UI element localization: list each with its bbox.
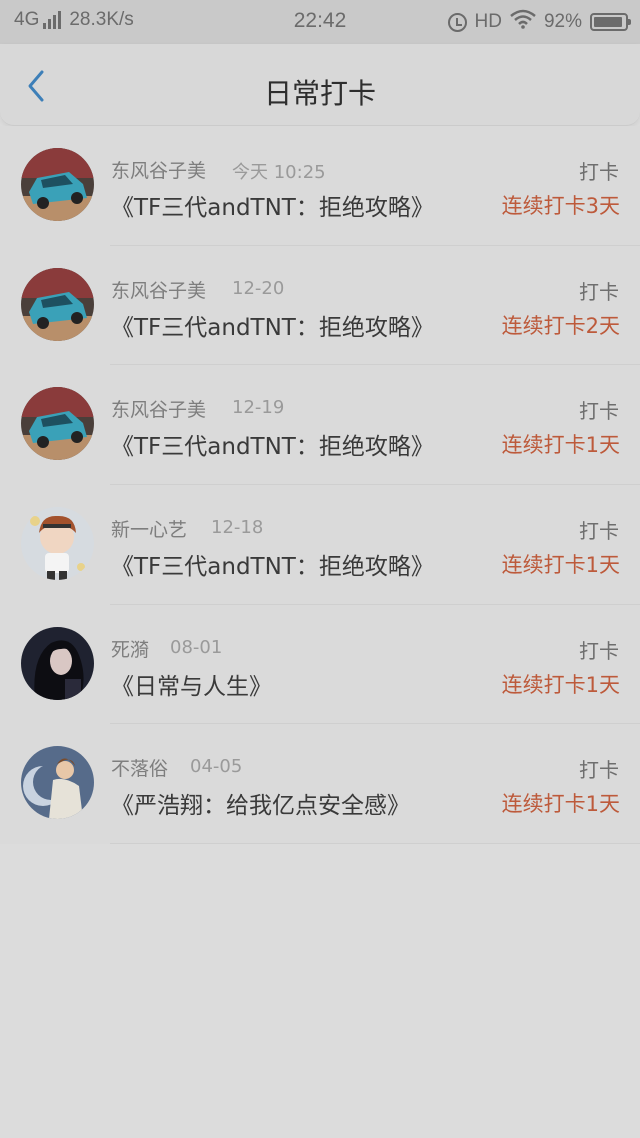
avatar[interactable] <box>21 507 94 581</box>
checkin-list-item[interactable]: 新一心艺 12-18 《TF三代andTNT：拒绝攻略》 打卡连续打卡1天 <box>0 485 640 605</box>
post-date: 08-01 <box>170 636 223 658</box>
user-name[interactable]: 东风谷子美 <box>111 395 206 422</box>
page-title: 日常打卡 <box>263 77 376 110</box>
checkin-list-item[interactable]: 东风谷子美 12-20 《TF三代andTNT：拒绝攻略》 打卡连续打卡2天 <box>0 246 640 366</box>
user-name[interactable]: 东风谷子美 <box>111 156 206 183</box>
streak-label: 连续打卡1天 <box>501 792 620 817</box>
checkin-action-label: 打卡 <box>579 279 619 304</box>
topic-title[interactable]: 《TF三代andTNT：拒绝攻略》 <box>111 308 434 342</box>
checkin-list: 东风谷子美 今天 10:25 《TF三代andTNT：拒绝攻略》 打卡 连续打卡3天 东… <box>0 126 640 845</box>
avatar[interactable] <box>21 387 94 461</box>
checkin-action-label: 打卡 <box>579 638 619 663</box>
streak-label: 连续打卡1天 <box>501 672 620 697</box>
streak-label: 连续打卡2天 <box>501 313 620 338</box>
post-date: 12-19 <box>232 397 285 419</box>
checkin-list-item[interactable]: 东风谷子美 12-19 《TF三代andTNT：拒绝攻略》 打卡连续打卡1天 <box>0 365 640 486</box>
streak-label: 连续打卡3天 <box>501 194 620 218</box>
battery-icon <box>590 13 631 31</box>
topic-title[interactable]: 《TF三代andTNT：拒绝攻略》 <box>111 427 434 461</box>
nav-bar: 日常打卡 <box>0 44 640 126</box>
user-name[interactable]: 不落俗 <box>111 754 168 781</box>
hd-indicator: HD <box>474 11 502 32</box>
checkin-action-label: 打卡 <box>579 758 619 783</box>
avatar[interactable] <box>21 148 94 221</box>
divider <box>110 843 640 845</box>
topic-title[interactable]: 《TF三代andTNT：拒绝攻略》 <box>111 547 434 581</box>
avatar[interactable] <box>21 267 94 341</box>
avatar[interactable] <box>21 626 94 700</box>
post-date: 12-18 <box>211 517 264 539</box>
checkin-list-item[interactable]: 死漪 08-01 《日常与人生》 打卡连续打卡1天 <box>0 605 640 725</box>
checkin-action-label: 打卡 <box>579 160 619 184</box>
post-date: 今天 10:25 <box>232 162 326 183</box>
topic-title[interactable]: 《严浩翔：给我亿点安全感》 <box>111 786 410 820</box>
alarm-icon <box>447 12 467 32</box>
post-date: 12-20 <box>232 277 285 299</box>
checkin-list-item[interactable]: 东风谷子美 今天 10:25 《TF三代andTNT：拒绝攻略》 打卡连续打卡3天 <box>0 126 640 246</box>
user-name[interactable]: 新一心艺 <box>111 515 187 542</box>
wifi-icon <box>510 9 536 35</box>
status-right: HD 92% <box>440 9 631 35</box>
user-name[interactable]: 东风谷子美 <box>111 276 206 303</box>
checkin-action-label: 打卡 <box>579 399 619 424</box>
avatar[interactable] <box>21 746 94 820</box>
checkin-action-label: 打卡 <box>579 519 619 544</box>
checkin-list-item[interactable]: 不落俗 04-05 《严浩翔：给我亿点安全感》 打卡连续打卡1天 <box>0 724 640 845</box>
status-bar: 4G 28.3K/s 22:42 HD 92% <box>0 0 640 44</box>
streak-label: 连续打卡1天 <box>501 433 620 458</box>
topic-title[interactable]: 《TF三代andTNT：拒绝攻略》 <box>111 188 434 222</box>
battery-percent: 92% <box>543 11 582 32</box>
topic-title[interactable]: 《日常与人生》 <box>111 667 272 701</box>
post-date: 04-05 <box>190 756 243 778</box>
streak-label: 连续打卡1天 <box>501 553 620 578</box>
user-name[interactable]: 死漪 <box>111 635 149 662</box>
